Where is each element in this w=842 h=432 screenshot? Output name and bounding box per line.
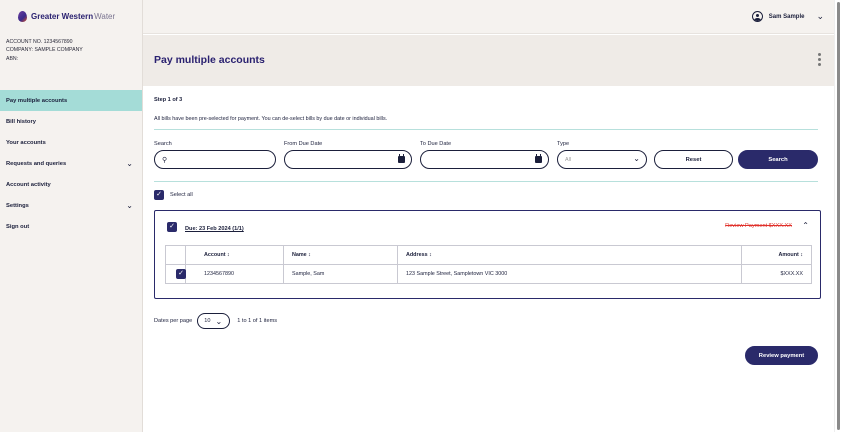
amount-cell: $XXX.XX	[741, 264, 812, 284]
search-button[interactable]: Search	[738, 150, 818, 169]
brand-name: Greater Western	[31, 12, 94, 21]
sidebar-item-requests-and-queries[interactable]: Requests and queries ⌄	[0, 153, 142, 174]
brand-name-suffix: Water	[94, 12, 116, 21]
due-group-checkbox[interactable]: ✓	[167, 222, 177, 232]
chevron-down-icon: ⌄	[633, 154, 640, 163]
pagination: Dates per page 10 ⌄ 1 to 1 of 1 items	[154, 313, 277, 329]
select-all-label: Select all	[170, 192, 193, 198]
from-due-date-field[interactable]	[284, 150, 412, 169]
sidebar-item-settings[interactable]: Settings ⌄	[0, 195, 142, 216]
instructions-text: All bills have been pre-selected for pay…	[154, 116, 388, 122]
select-all-checkbox[interactable]: ✓	[154, 190, 164, 200]
sidebar-item-label: Your accounts	[6, 139, 46, 146]
column-header-address[interactable]: Address ↕	[397, 245, 742, 265]
row-checkbox[interactable]: ✓	[176, 269, 186, 279]
calendar-icon[interactable]	[398, 154, 405, 163]
column-header-amount[interactable]: Amount ↕	[741, 245, 812, 265]
type-select[interactable]: All ⌄	[557, 150, 647, 169]
name-cell: Sample, Sam	[283, 264, 398, 284]
sidebar-item-your-accounts[interactable]: Your accounts	[0, 132, 142, 153]
sidebar: Greater Western Water ACCOUNT NO. 1234567…	[0, 0, 143, 432]
type-select-value: All	[565, 156, 571, 163]
water-drop-logo-icon	[18, 11, 27, 22]
row-checkbox-cell: ✓	[165, 264, 186, 284]
brand-logo[interactable]: Greater Western Water	[18, 11, 115, 22]
column-header-account[interactable]: Account ↕	[185, 245, 284, 265]
sidebar-item-label: Requests and queries	[6, 160, 67, 167]
search-icon: ⚲	[162, 156, 168, 164]
table-row: ✓ 1234567890 Sample, Sam 123 Sample Stre…	[165, 264, 812, 284]
chevron-down-icon: ⌄	[126, 159, 133, 168]
divider	[154, 181, 818, 182]
scrollbar[interactable]	[834, 0, 842, 432]
per-page-value: 10	[204, 318, 211, 324]
user-name: Sam Sample	[768, 13, 805, 20]
user-menu[interactable]: Sam Sample ⌄	[751, 11, 824, 22]
scrollbar-thumb[interactable]	[837, 2, 840, 430]
to-due-date-label: To Due Date	[420, 141, 452, 147]
per-page-select[interactable]: 10 ⌄	[197, 313, 231, 329]
due-date-link[interactable]: Due: 23 Feb 2024 (1/1)	[185, 226, 244, 232]
items-count: 1 to 1 of 1 items	[237, 318, 278, 324]
page-title: Pay multiple accounts	[154, 54, 265, 66]
sidebar-item-label: Account activity	[6, 181, 51, 188]
search-input[interactable]: ⚲	[154, 150, 276, 169]
sidebar-item-pay-multiple-accounts[interactable]: Pay multiple accounts	[0, 90, 142, 111]
table-header-row: Account ↕ Name ↕ Address ↕ Amount ↕	[165, 245, 812, 265]
search-label: Search	[154, 141, 172, 147]
accounts-table: Account ↕ Name ↕ Address ↕ Amount ↕ ✓ 12…	[165, 245, 812, 284]
calendar-icon[interactable]	[535, 154, 542, 163]
sidebar-item-sign-out[interactable]: Sign out	[0, 216, 142, 237]
reset-button[interactable]: Reset	[654, 150, 733, 169]
account-details: ACCOUNT NO. 1234567890 COMPANY: SAMPLE C…	[6, 38, 83, 63]
from-due-date-label: From Due Date	[284, 141, 323, 147]
app-window: Greater Western Water ACCOUNT NO. 1234567…	[0, 0, 842, 432]
review-payment-button[interactable]: Review payment	[745, 346, 818, 365]
column-header-name[interactable]: Name ↕	[283, 245, 398, 265]
chevron-down-icon: ⌄	[126, 201, 133, 210]
company-name: COMPANY: SAMPLE COMPANY	[6, 47, 83, 54]
sidebar-item-label: Bill history	[6, 118, 36, 125]
chevron-up-icon[interactable]: ⌃	[802, 221, 809, 230]
sidebar-nav: Pay multiple accounts Bill history Your …	[0, 90, 142, 237]
sidebar-item-label: Sign out	[6, 223, 30, 230]
main-content: Step 1 of 3 All bills have been pre-sele…	[143, 86, 834, 432]
step-indicator: Step 1 of 3	[154, 97, 183, 103]
type-label: Type	[557, 141, 570, 147]
checkbox-column-header	[165, 245, 186, 265]
sidebar-item-label: Pay multiple accounts	[6, 97, 68, 104]
more-options-icon[interactable]	[817, 53, 821, 66]
divider	[154, 129, 818, 130]
account-number: ACCOUNT NO. 1234567890	[6, 39, 73, 45]
avatar-icon	[751, 11, 763, 22]
sidebar-item-bill-history[interactable]: Bill history	[0, 111, 142, 132]
sidebar-item-label: Settings	[6, 202, 29, 209]
abn: ABN:	[6, 55, 19, 62]
sidebar-item-account-activity[interactable]: Account activity	[0, 174, 142, 195]
review-payment-link[interactable]: Review Payment $XXX.XX	[725, 223, 792, 229]
address-cell: 123 Sample Street, Sampletown VIC 3000	[397, 264, 742, 284]
due-date-group: ✓ Due: 23 Feb 2024 (1/1) Review Payment …	[154, 210, 821, 299]
chevron-down-icon: ⌄	[215, 316, 223, 326]
top-bar: Sam Sample ⌄	[143, 0, 834, 34]
page-header: Pay multiple accounts	[143, 35, 834, 86]
per-page-label: Dates per page	[154, 318, 193, 324]
chevron-down-icon: ⌄	[816, 11, 824, 21]
to-due-date-field[interactable]	[420, 150, 549, 169]
account-cell: 1234567890	[185, 264, 284, 284]
